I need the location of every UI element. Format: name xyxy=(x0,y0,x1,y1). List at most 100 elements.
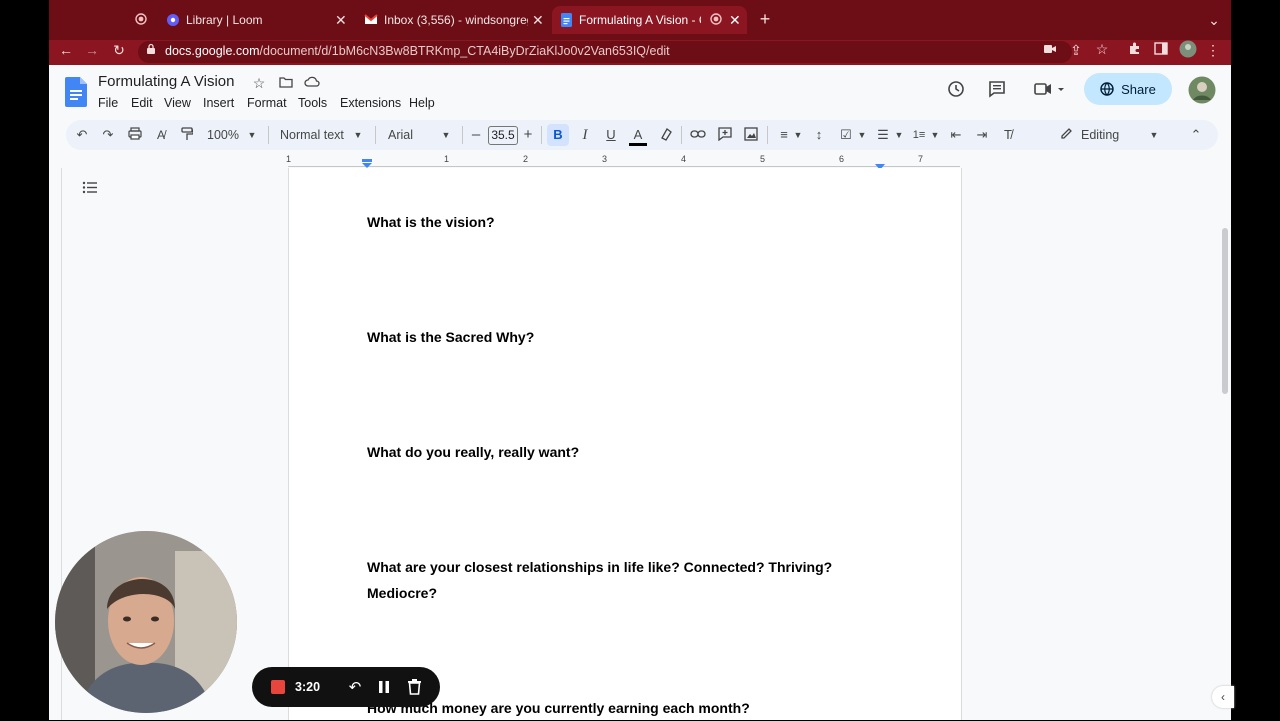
profile-avatar-icon[interactable] xyxy=(1179,40,1197,61)
decrease-font-size-icon[interactable]: – xyxy=(469,127,483,143)
zoom-dropdown-icon[interactable]: ▼ xyxy=(247,127,257,143)
document-outline-icon[interactable] xyxy=(82,181,98,195)
tab-search-chevron-icon[interactable]: ⌄ xyxy=(1206,12,1222,28)
horizontal-ruler[interactable] xyxy=(288,152,960,166)
camera-indicator-icon[interactable] xyxy=(1042,42,1058,58)
browser-menu-icon[interactable]: ⋮ xyxy=(1206,42,1220,58)
question-relationships-cont[interactable]: Mediocre? xyxy=(367,580,437,606)
align-dropdown-icon[interactable]: ▼ xyxy=(793,127,803,143)
share-page-icon[interactable]: ⇪ xyxy=(1068,42,1084,58)
menu-extensions[interactable]: Extensions xyxy=(340,96,401,110)
side-panel-icon[interactable] xyxy=(1153,42,1169,58)
line-spacing-icon[interactable]: ↕ xyxy=(811,127,827,143)
ruler-number: 1 xyxy=(444,154,450,164)
cloud-status-icon[interactable] xyxy=(304,75,320,91)
version-history-icon[interactable] xyxy=(946,80,966,100)
close-tab-icon[interactable]: ✕ xyxy=(532,12,544,29)
menu-format[interactable]: Format xyxy=(247,96,287,110)
extensions-puzzle-icon[interactable] xyxy=(1127,41,1143,58)
menu-view[interactable]: View xyxy=(164,96,191,110)
font-size-input[interactable]: 35.5 xyxy=(488,126,518,145)
editing-mode-value: Editing xyxy=(1081,128,1120,142)
question-really-want[interactable]: What do you really, really want? xyxy=(367,439,579,465)
highlight-icon[interactable] xyxy=(658,127,674,145)
tab-title: Library | Loom xyxy=(186,13,263,27)
redo-icon[interactable]: ↷ xyxy=(100,127,116,143)
underline-icon[interactable]: U xyxy=(603,127,619,143)
delete-recording-icon[interactable] xyxy=(407,679,422,700)
ruler-number: 2 xyxy=(523,154,529,164)
spellcheck-icon[interactable]: A̸ xyxy=(153,127,169,143)
increase-indent-icon[interactable]: ⇥ xyxy=(974,127,990,143)
menu-help[interactable]: Help xyxy=(409,96,435,110)
menu-insert[interactable]: Insert xyxy=(203,96,234,110)
paint-format-icon[interactable] xyxy=(179,127,195,145)
decrease-indent-icon[interactable]: ⇤ xyxy=(948,127,964,143)
share-button[interactable]: Share xyxy=(1084,73,1172,105)
checklist-dropdown-icon[interactable]: ▼ xyxy=(857,127,867,143)
toolbar-divider xyxy=(268,126,269,144)
forward-icon[interactable]: → xyxy=(84,42,100,58)
stop-recording-button[interactable] xyxy=(271,680,285,694)
docs-logo-icon[interactable] xyxy=(65,77,87,107)
numbered-list-icon[interactable]: 1≡ xyxy=(911,127,927,143)
menu-file[interactable]: File xyxy=(98,96,118,110)
restart-recording-icon[interactable]: ↶ xyxy=(346,678,364,696)
align-icon[interactable]: ≡ xyxy=(776,127,792,143)
question-sacred-why[interactable]: What is the Sacred Why? xyxy=(367,324,534,350)
move-folder-icon[interactable] xyxy=(278,75,294,91)
toolbar-divider xyxy=(375,126,376,144)
reload-icon[interactable]: ↻ xyxy=(111,42,127,58)
toolbar-divider xyxy=(462,126,463,144)
style-dropdown-icon[interactable]: ▼ xyxy=(353,127,363,143)
italic-icon[interactable]: I xyxy=(577,127,593,143)
bulleted-list-icon[interactable]: ☰ xyxy=(875,127,891,143)
question-relationships[interactable]: What are your closest relationships in l… xyxy=(367,554,832,580)
star-icon[interactable]: ☆ xyxy=(251,75,267,91)
vertical-scrollbar-thumb[interactable] xyxy=(1222,228,1228,394)
font-dropdown-icon[interactable]: ▼ xyxy=(441,127,451,143)
checklist-icon[interactable]: ☑ xyxy=(838,127,854,143)
increase-font-size-icon[interactable]: + xyxy=(521,127,535,143)
tab-gmail[interactable]: Inbox (3,556) - windsongregen xyxy=(364,8,528,32)
menu-edit[interactable]: Edit xyxy=(131,96,153,110)
bullet-dropdown-icon[interactable]: ▼ xyxy=(894,127,904,143)
toolbar-divider xyxy=(541,126,542,144)
zoom-select[interactable]: 100% xyxy=(207,127,245,143)
new-tab-icon[interactable]: + xyxy=(757,10,773,28)
url-text[interactable]: docs.google.com/document/d/1bM6cN3Bw8BTR… xyxy=(165,42,670,61)
clear-formatting-icon[interactable]: T̸ xyxy=(1000,127,1016,143)
insert-link-icon[interactable] xyxy=(690,127,706,143)
tab-title: Inbox (3,556) - windsongregen xyxy=(384,13,528,27)
paragraph-style-select[interactable]: Normal text xyxy=(280,127,360,143)
text-color-icon[interactable]: A xyxy=(629,127,647,146)
meet-video-icon[interactable] xyxy=(1032,81,1066,100)
url-path: /document/d/1bM6cN3Bw8BTRKmp_CTA4iByDrZi… xyxy=(259,44,670,58)
numbered-dropdown-icon[interactable]: ▼ xyxy=(930,127,940,143)
insert-image-icon[interactable] xyxy=(743,127,759,145)
edit-pencil-icon xyxy=(1058,127,1074,144)
side-panel-toggle-icon[interactable]: ‹ xyxy=(1212,686,1234,708)
mode-dropdown-icon[interactable]: ▼ xyxy=(1149,127,1159,143)
comments-icon[interactable] xyxy=(987,80,1007,101)
bold-icon[interactable]: B xyxy=(550,127,566,143)
user-avatar[interactable] xyxy=(1188,76,1216,104)
close-tab-icon[interactable]: ✕ xyxy=(335,12,347,29)
menu-tools[interactable]: Tools xyxy=(298,96,327,110)
close-tab-icon[interactable]: ✕ xyxy=(729,12,741,29)
pause-recording-icon[interactable] xyxy=(377,680,391,699)
lock-icon[interactable] xyxy=(145,43,157,60)
document-title[interactable]: Formulating A Vision xyxy=(98,73,234,91)
tab-loom[interactable]: Library | Loom xyxy=(166,8,336,32)
font-value: Arial xyxy=(388,128,414,142)
back-icon[interactable]: ← xyxy=(58,42,74,58)
webcam-bubble[interactable] xyxy=(55,531,237,713)
hide-menus-chevron-icon[interactable]: ⌃ xyxy=(1188,127,1204,143)
print-icon[interactable] xyxy=(127,127,143,144)
question-vision[interactable]: What is the vision? xyxy=(367,209,495,235)
font-select[interactable]: Arial xyxy=(388,127,438,143)
editing-mode-select[interactable]: Editing xyxy=(1081,127,1141,143)
bookmark-star-icon[interactable]: ☆ xyxy=(1094,41,1110,57)
undo-icon[interactable]: ↶ xyxy=(74,127,90,143)
insert-comment-icon[interactable] xyxy=(717,127,733,145)
